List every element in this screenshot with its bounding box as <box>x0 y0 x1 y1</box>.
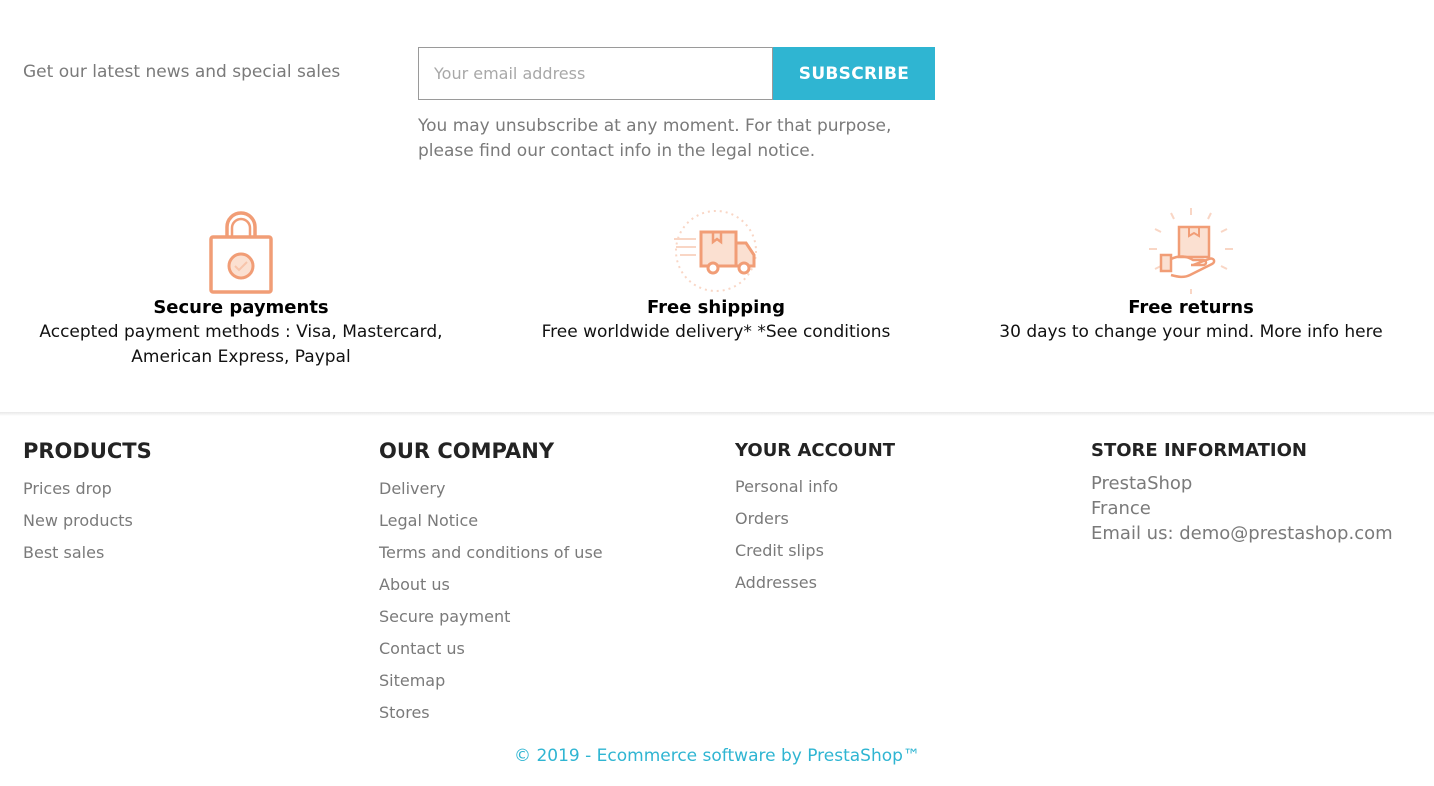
link-stores[interactable]: Stores <box>379 697 603 729</box>
link-new-products[interactable]: New products <box>23 505 152 537</box>
link-addresses[interactable]: Addresses <box>735 567 895 599</box>
account-heading: YOUR ACCOUNT <box>735 440 896 461</box>
link-secure-payment[interactable]: Secure payment <box>379 601 603 633</box>
footer-account-column: YOUR ACCOUNT Personal info Orders Credit… <box>735 437 895 599</box>
reassurance-description: Accepted payment methods : Visa, Masterc… <box>39 322 443 367</box>
reassurance-secure-payments: Secure payments Accepted payment methods… <box>23 205 459 370</box>
reassurance-title: Free returns <box>1128 297 1254 318</box>
store-email[interactable]: Email us: demo@prestashop.com <box>1091 521 1393 546</box>
company-heading: OUR COMPANY <box>379 439 555 463</box>
reassurance-title: Secure payments <box>153 297 329 318</box>
reassurance-description: Free worldwide delivery* *See conditions <box>541 322 891 342</box>
reassurance-description: 30 days to change your mind. More info h… <box>999 322 1383 342</box>
padlock-icon <box>209 211 273 294</box>
footer-company-column: OUR COMPANY Delivery Legal Notice Terms … <box>379 437 603 729</box>
store-heading: STORE INFORMATION <box>1091 440 1307 461</box>
store-name: PrestaShop <box>1091 473 1193 494</box>
link-best-sales[interactable]: Best sales <box>23 537 152 569</box>
link-personal-info[interactable]: Personal info <box>735 471 895 503</box>
newsletter-note: You may unsubscribe at any moment. For t… <box>418 116 892 161</box>
link-about-us[interactable]: About us <box>379 569 603 601</box>
link-contact-us[interactable]: Contact us <box>379 633 603 665</box>
copyright-link[interactable]: © 2019 - Ecommerce software by PrestaSho… <box>0 746 1434 766</box>
footer-products-column: PRODUCTS Prices drop New products Best s… <box>23 437 152 569</box>
link-sitemap[interactable]: Sitemap <box>379 665 603 697</box>
newsletter-label: Get our latest news and special sales <box>23 62 341 82</box>
link-delivery[interactable]: Delivery <box>379 473 603 505</box>
subscribe-button[interactable]: SUBSCRIBE <box>773 47 935 100</box>
link-terms[interactable]: Terms and conditions of use <box>379 537 603 569</box>
link-credit-slips[interactable]: Credit slips <box>735 535 895 567</box>
reassurance-title: Free shipping <box>646 297 786 318</box>
delivery-truck-icon <box>674 210 757 292</box>
box-in-hand-icon <box>1149 208 1233 294</box>
link-legal-notice[interactable]: Legal Notice <box>379 505 603 537</box>
footer-divider <box>0 412 1434 416</box>
reassurance-free-shipping: Free shipping Free worldwide delivery* *… <box>498 205 934 345</box>
link-prices-drop[interactable]: Prices drop <box>23 473 152 505</box>
email-input[interactable] <box>418 47 773 100</box>
link-orders[interactable]: Orders <box>735 503 895 535</box>
store-country: France <box>1091 498 1151 519</box>
reassurance-free-returns: Free returns 30 days to change your mind… <box>973 205 1409 345</box>
products-heading: PRODUCTS <box>23 439 152 463</box>
footer-store-column: STORE INFORMATION PrestaShop France Emai… <box>1091 437 1393 546</box>
